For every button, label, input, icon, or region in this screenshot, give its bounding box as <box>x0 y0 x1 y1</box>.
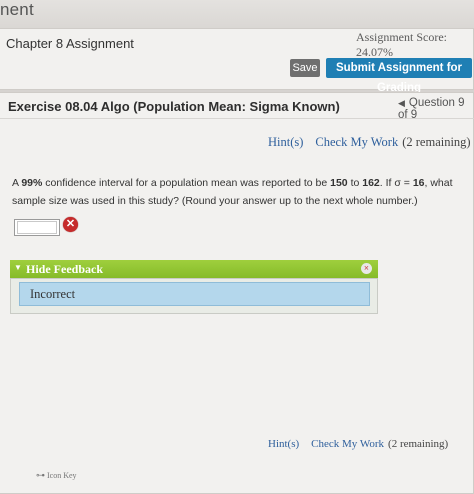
incorrect-x-icon: ✕ <box>63 217 78 232</box>
icon-key-label: Icon Key <box>47 471 77 480</box>
key-icon: ⊶ <box>36 470 45 480</box>
assignment-title: Chapter 8 Assignment <box>6 36 134 51</box>
submit-assignment-button[interactable]: Submit Assignment for Grading <box>326 58 472 94</box>
confidence-level: 99% <box>21 177 43 189</box>
check-my-work-link[interactable]: Check My Work <box>315 135 398 149</box>
incorrect-message: Incorrect <box>19 282 370 306</box>
interval-high: 162 <box>362 177 380 189</box>
hints-link[interactable]: Hint(s) <box>268 135 303 149</box>
answer-input-field[interactable] <box>17 221 57 234</box>
footer-check-my-work-link[interactable]: Check My Work <box>311 438 384 450</box>
check-remaining-count: (2 remaining) <box>402 135 471 149</box>
close-icon[interactable]: × <box>361 263 372 274</box>
save-button[interactable]: Save <box>290 59 320 77</box>
hide-feedback-toggle[interactable]: ▼ Hide Feedback × <box>10 260 378 278</box>
icon-key[interactable]: ⊶ Icon Key <box>36 470 77 481</box>
chevron-left-icon[interactable]: ◀ <box>398 98 405 108</box>
sigma-value: 16 <box>412 177 425 189</box>
exercise-title: Exercise 08.04 Algo (Population Mean: Si… <box>8 99 340 114</box>
top-header-strip <box>0 0 474 29</box>
page-title-fragment: nent <box>0 0 34 19</box>
footer-links: Hint(s) Check My Work (2 remaining) <box>268 434 448 452</box>
footer-check-remaining-count: (2 remaining) <box>388 438 449 450</box>
question-text: A 99% confidence interval for a populati… <box>12 177 453 207</box>
hide-feedback-label: Hide Feedback <box>26 262 103 276</box>
divider <box>0 118 474 119</box>
answer-input[interactable] <box>14 219 60 236</box>
interval-low: 150 <box>330 177 348 189</box>
footer-hints-link[interactable]: Hint(s) <box>268 438 299 450</box>
exercise-links: Hint(s) Check My Work (2 remaining) <box>268 133 471 151</box>
triangle-down-icon: ▼ <box>14 263 22 272</box>
assignment-score: Assignment Score: 24.07% <box>356 30 447 59</box>
